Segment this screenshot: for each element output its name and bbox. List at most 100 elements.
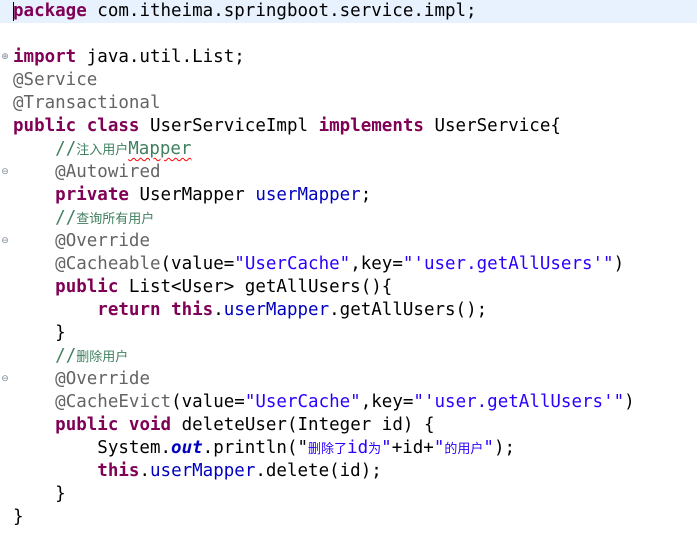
- code-line[interactable]: }: [13, 483, 66, 506]
- code-token: (value=: [171, 392, 245, 412]
- code-token: "UserCache": [234, 254, 351, 274]
- code-token: userMapper: [255, 185, 361, 205]
- code-token: this: [171, 300, 214, 320]
- code-token: ,key=: [360, 392, 414, 412]
- code-line[interactable]: //查询所有用户: [13, 207, 154, 230]
- collapse-fold-icon[interactable]: ⊖: [0, 167, 10, 177]
- code-token: @Autowired: [55, 162, 161, 182]
- code-token: UserServiceImpl: [139, 116, 319, 136]
- code-token: 注入用户: [76, 143, 129, 158]
- code-line[interactable]: }: [13, 506, 24, 529]
- code-line[interactable]: public List<User> getAllUsers(){: [13, 276, 392, 299]
- code-token: ": [433, 438, 445, 458]
- code-line[interactable]: @Cacheable(value="UserCache",key="'user.…: [13, 253, 624, 276]
- code-token: com.itheima.springboot.service.impl;: [86, 1, 477, 21]
- collapse-fold-icon[interactable]: ⊖: [0, 374, 10, 384]
- code-editor[interactable]: package com.itheima.springboot.service.i…: [0, 0, 697, 538]
- code-line[interactable]: @Service: [13, 69, 97, 92]
- code-line[interactable]: @Autowired: [13, 161, 161, 184]
- code-token: ;: [360, 185, 372, 205]
- code-line[interactable]: @Override: [13, 230, 150, 253]
- code-token: UserMapper: [128, 185, 256, 205]
- code-token: id: [347, 438, 369, 458]
- code-line[interactable]: package com.itheima.springboot.service.i…: [0, 0, 697, 23]
- code-token: userMapper: [223, 300, 330, 320]
- code-token: public: [55, 277, 119, 297]
- code-token: private: [55, 185, 129, 205]
- code-line[interactable]: private UserMapper userMapper;: [13, 184, 371, 207]
- code-line[interactable]: //注入用户Mapper: [13, 138, 191, 161]
- code-token: "'user.getAllUsers'": [402, 254, 614, 274]
- code-token: out: [171, 438, 203, 458]
- code-token: .: [213, 300, 224, 320]
- code-token: 的用户: [444, 442, 484, 457]
- code-token: @Service: [13, 70, 98, 90]
- code-token: Mapper: [128, 139, 192, 159]
- code-token: java.util.List;: [76, 47, 245, 67]
- code-token: "'user.getAllUsers'": [413, 392, 625, 412]
- code-token: deleteUser(Integer id) {: [171, 415, 435, 435]
- code-token: @Override: [55, 231, 150, 251]
- code-token: 查询所有用户: [76, 212, 155, 227]
- code-token: }: [13, 484, 66, 504]
- code-token: this: [97, 461, 140, 481]
- code-token: class: [86, 116, 140, 136]
- code-token: List<User> getAllUsers(){: [118, 277, 393, 297]
- code-line[interactable]: System.out.println("删除了id为"+id+"的用户");: [13, 437, 515, 460]
- code-token: }: [13, 323, 66, 343]
- code-token: System.: [13, 438, 172, 458]
- code-token: return: [97, 300, 161, 320]
- code-line[interactable]: //删除用户: [13, 345, 128, 368]
- text-caret: [13, 2, 14, 21]
- code-line[interactable]: @Transactional: [13, 92, 161, 115]
- collapse-fold-icon[interactable]: ⊖: [0, 236, 10, 246]
- code-token: ): [624, 392, 635, 412]
- code-token: public: [13, 116, 77, 136]
- code-token: userMapper: [150, 461, 256, 481]
- code-token: import: [13, 47, 77, 67]
- code-line[interactable]: this.userMapper.delete(id);: [13, 460, 382, 483]
- code-line[interactable]: public class UserServiceImpl implements …: [13, 115, 561, 138]
- code-token: @Override: [55, 369, 150, 389]
- code-line[interactable]: @Override: [13, 368, 150, 391]
- code-token: public: [55, 415, 119, 435]
- code-token: ": [381, 438, 392, 458]
- code-token: ": [297, 438, 309, 458]
- code-token: +id+: [391, 438, 434, 458]
- code-token: @CacheEvict: [55, 392, 172, 412]
- code-token: .delete(id);: [255, 461, 382, 481]
- code-token: //: [55, 346, 77, 366]
- code-line[interactable]: return this.userMapper.getAllUsers();: [13, 299, 487, 322]
- code-token: ,key=: [350, 254, 403, 274]
- code-line[interactable]: import java.util.List;: [13, 46, 245, 69]
- code-token: //: [55, 208, 77, 228]
- code-token: void: [128, 415, 172, 435]
- code-token: UserService{: [423, 116, 561, 136]
- code-token: package: [13, 1, 87, 21]
- code-token: }: [13, 507, 24, 527]
- code-token: .getAllUsers();: [329, 300, 488, 320]
- code-line[interactable]: }: [13, 322, 66, 345]
- code-token: @Cacheable: [55, 254, 161, 274]
- code-token: "UserCache": [244, 392, 361, 412]
- code-line[interactable]: public void deleteUser(Integer id) {: [13, 414, 434, 437]
- code-token: 删除用户: [76, 350, 129, 365]
- code-token: ": [483, 438, 494, 458]
- code-token: implements: [318, 116, 424, 136]
- code-line[interactable]: @CacheEvict(value="UserCache",key="'user…: [13, 391, 635, 414]
- code-token: .println(: [202, 438, 298, 458]
- expand-fold-icon[interactable]: ⊕: [0, 52, 10, 62]
